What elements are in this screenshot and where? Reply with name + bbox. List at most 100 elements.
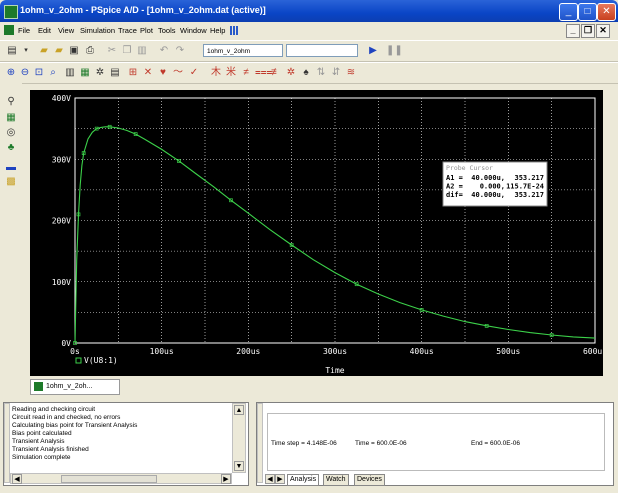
menu-help[interactable]: Help: [210, 26, 225, 35]
mark-data-icon[interactable]: ♥: [157, 67, 169, 78]
title-bar[interactable]: 1ohm_v_2ohm - PSpice A/D - [1ohm_v_2ohm.…: [0, 0, 618, 22]
scroll-down-arrow-icon[interactable]: ▼: [234, 461, 244, 471]
menu-file[interactable]: File: [18, 26, 30, 35]
open-folder-icon[interactable]: ▰: [38, 45, 50, 56]
tab-scroll-right-icon[interactable]: ▶: [275, 474, 285, 484]
close-button[interactable]: ✕: [597, 3, 616, 21]
tab-devices[interactable]: Devices: [354, 474, 385, 486]
menu-view[interactable]: View: [58, 26, 74, 35]
y-tick-label: 300V: [52, 155, 71, 164]
output-horizontal-scrollbar[interactable]: ◀ ▶: [10, 473, 232, 484]
tab-watch[interactable]: Watch: [323, 474, 349, 486]
plot-window[interactable]: 0s 100us 200us 300us 400us 500us 600us 0V 100V 20…: [30, 90, 607, 376]
help-grid-icon[interactable]: [230, 26, 239, 35]
add-trace-icon[interactable]: ▤: [109, 67, 121, 78]
simulation-profile-select[interactable]: 1ohm_v_2ohm: [203, 44, 283, 57]
y-tick-label: 400V: [52, 94, 71, 103]
cursor-point-icon[interactable]: ✲: [285, 67, 297, 78]
status-pane-handle[interactable]: [257, 403, 263, 483]
x-tick-label: 400us: [410, 347, 434, 356]
scroll-left-arrow-icon[interactable]: ◀: [12, 474, 22, 484]
probe-plot[interactable]: 0s 100us 200us 300us 400us 500us 600us 0V 100V 20…: [30, 90, 607, 376]
maximize-button[interactable]: □: [578, 3, 597, 21]
simulation-settings-icon[interactable]: ♣: [5, 142, 17, 153]
menu-plot[interactable]: Plot: [140, 26, 153, 35]
copy-icon[interactable]: ❐: [121, 45, 133, 56]
zoom-out-icon[interactable]: ⊖: [19, 67, 31, 78]
zoom-area-icon[interactable]: ⊡: [33, 67, 45, 78]
scroll-thumb[interactable]: [61, 475, 157, 483]
prev-transition-icon[interactable]: ⇵: [330, 67, 342, 78]
performance-analysis-icon[interactable]: ✲: [94, 67, 106, 78]
cursor-slope-icon[interactable]: ≠: [240, 67, 252, 78]
pause-icon[interactable]: ❚❚: [386, 45, 403, 56]
legend-trace-label: V(U8:1): [84, 356, 118, 365]
cursor-search-icon[interactable]: ♠: [300, 67, 312, 78]
cursor-trough-icon[interactable]: 米: [225, 67, 237, 78]
document-icon[interactable]: [4, 25, 14, 35]
output-pane-handle[interactable]: [4, 403, 10, 483]
simulation-profile-extra[interactable]: [286, 44, 358, 57]
redo-icon[interactable]: ↷: [174, 45, 186, 56]
toggle-cursor-icon[interactable]: ✕: [142, 67, 154, 78]
fourier-icon[interactable]: ▦: [79, 67, 91, 78]
cursor-max-icon[interactable]: ≢: [270, 67, 282, 78]
log-x-axis-icon[interactable]: ▥: [64, 67, 76, 78]
add-plot-icon[interactable]: ⊞: [127, 67, 139, 78]
scroll-up-arrow-icon[interactable]: ▲: [234, 405, 244, 415]
save-icon[interactable]: ▣: [68, 45, 80, 56]
tab-analysis[interactable]: Analysis: [287, 474, 320, 486]
print-icon[interactable]: ⎙: [84, 45, 96, 56]
cursor-row-label: A2 =: [446, 183, 463, 191]
minimize-button[interactable]: _: [559, 3, 578, 21]
legend-marker: [75, 357, 82, 364]
run-play-icon[interactable]: ▶: [367, 45, 379, 56]
menu-window[interactable]: Window: [180, 26, 207, 35]
scroll-right-arrow-icon[interactable]: ▶: [221, 474, 231, 484]
next-transition-icon[interactable]: ⇅: [315, 67, 327, 78]
cursor-row-label: dif=: [446, 191, 463, 199]
mdi-restore-button[interactable]: ❐: [581, 24, 595, 38]
probe-icon[interactable]: ⚲: [5, 96, 17, 107]
y-tick-label: 200V: [52, 217, 71, 226]
cursor-peak-icon[interactable]: 木: [210, 67, 222, 78]
x-tick-label: 500us: [496, 347, 520, 356]
y-tick-label: 0V: [61, 339, 71, 348]
open-file-icon[interactable]: ▰: [53, 45, 65, 56]
y-tick-label: 100V: [52, 278, 71, 287]
mdi-minimize-button[interactable]: _: [566, 24, 580, 38]
menu-edit[interactable]: Edit: [38, 26, 51, 35]
output-line: Simulation complete: [12, 454, 71, 461]
undo-icon[interactable]: ↶: [158, 45, 170, 56]
plot-tab-icon: [34, 381, 43, 391]
end-time-text: End = 600.0E-06: [471, 440, 520, 447]
tab-scroll-left-icon[interactable]: ◀: [265, 474, 275, 484]
edit-profile-icon[interactable]: ▬: [5, 162, 17, 173]
calculator-icon[interactable]: ▩: [5, 176, 17, 187]
menu-simulation[interactable]: Simulation: [80, 26, 115, 35]
output-line: Transient Analysis finished: [12, 446, 89, 453]
trace-wave-icon[interactable]: 〜: [172, 67, 184, 78]
output-line: Transient Analysis: [12, 438, 65, 445]
x-tick-label: 300us: [323, 347, 347, 356]
zoom-in-icon[interactable]: ⊕: [5, 67, 17, 78]
mdi-close-button[interactable]: ✕: [596, 24, 610, 38]
cursor-min-icon[interactable]: ⩶: [255, 67, 272, 78]
plot-tab[interactable]: 1ohm_v_2oh...: [30, 379, 120, 395]
output-file-icon[interactable]: ◎: [5, 127, 17, 138]
mark-label-icon[interactable]: ≋: [345, 67, 357, 78]
trace-point-icon[interactable]: ✓: [188, 67, 200, 78]
toolbar-standard: ▤ ▾ ▰ ▰ ▣ ⎙ ✂ ❐ ▥ ↶ ↷ 1ohm_v_2ohm ▶ ❚❚: [0, 40, 618, 62]
cursor-row-y: 353.217: [514, 191, 544, 199]
zoom-fit-icon[interactable]: ⌕: [47, 67, 59, 78]
cursor-row-y: 115.7E-24: [506, 183, 544, 191]
paste-icon[interactable]: ▥: [136, 45, 148, 56]
menu-tools[interactable]: Tools: [158, 26, 176, 35]
menu-bar: File Edit View Simulation Trace Plot Too…: [0, 22, 618, 39]
circuit-file-icon[interactable]: ▦: [5, 112, 17, 123]
output-vertical-scrollbar[interactable]: ▲ ▼: [232, 403, 246, 473]
new-icon[interactable]: ▤: [6, 45, 18, 56]
new-dropdown-icon[interactable]: ▾: [20, 45, 32, 56]
menu-trace[interactable]: Trace: [118, 26, 137, 35]
cut-icon[interactable]: ✂: [106, 45, 118, 56]
